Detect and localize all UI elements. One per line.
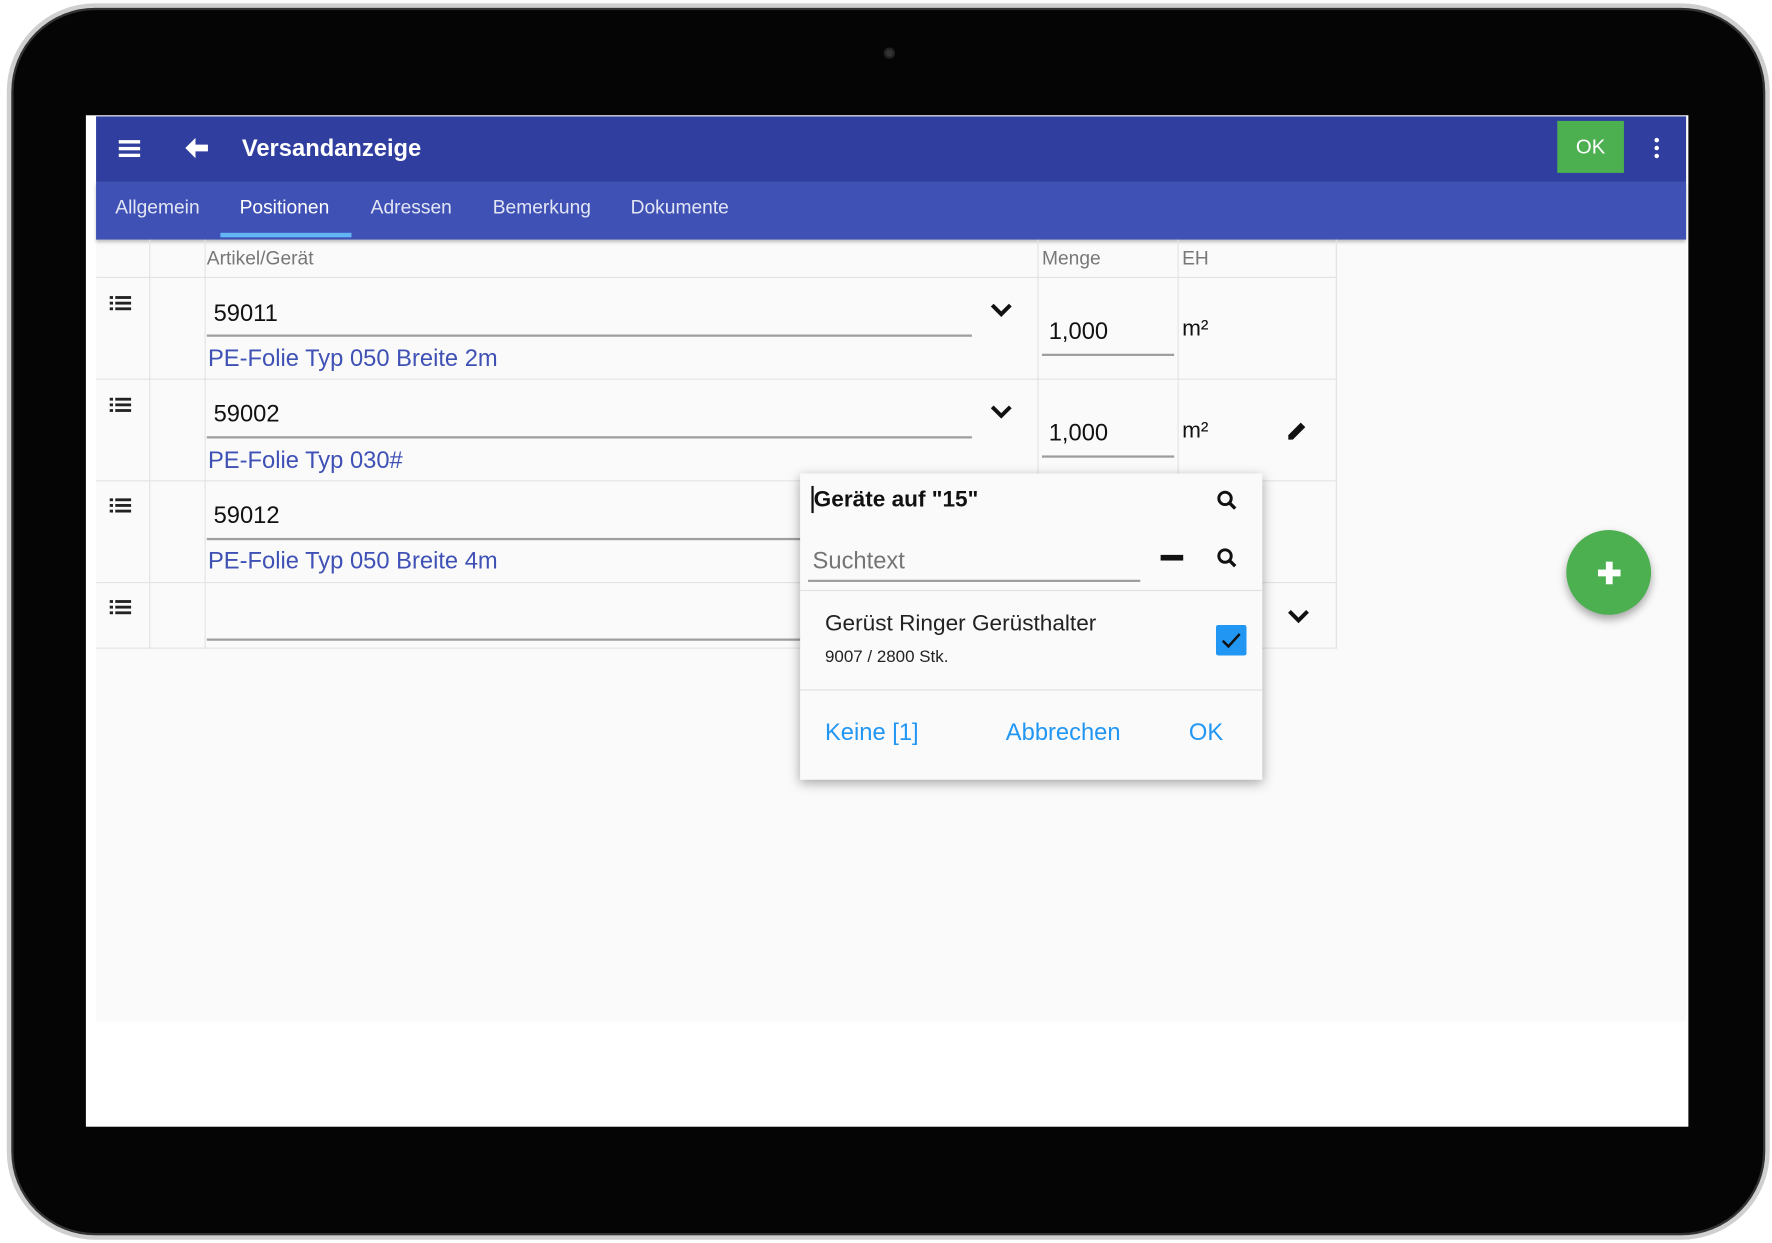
search-icon[interactable] xyxy=(1216,489,1239,512)
tab-allgemein[interactable]: Allgemein xyxy=(115,197,199,220)
check-icon xyxy=(1216,625,1247,656)
tab-positionen[interactable]: Positionen xyxy=(240,197,330,220)
article-description: PE-Folie Typ 050 Breite 4m xyxy=(208,548,498,575)
plus-icon xyxy=(1596,560,1621,585)
column-header-unit: EH xyxy=(1182,247,1209,270)
tab-dokumente[interactable]: Dokumente xyxy=(631,197,729,220)
quantity-input[interactable]: 1,000 xyxy=(1049,420,1108,447)
camera xyxy=(884,47,895,58)
device-detail: 9007 / 2800 Stk. xyxy=(825,648,948,667)
back-arrow-icon[interactable] xyxy=(184,137,209,160)
active-tab-indicator xyxy=(220,233,351,238)
ok-button[interactable]: OK xyxy=(1557,121,1624,173)
tab-adressen[interactable]: Adressen xyxy=(371,197,452,220)
device-name: Gerüst Ringer Gerüsthalter xyxy=(825,611,1096,637)
search-icon[interactable] xyxy=(1216,547,1239,570)
none-button[interactable]: Keine [1] xyxy=(825,720,919,747)
search-text-input[interactable] xyxy=(808,544,1140,582)
checkbox-checked[interactable] xyxy=(1216,625,1247,656)
clear-minus-icon[interactable] xyxy=(1161,555,1184,561)
add-fab-button[interactable] xyxy=(1566,530,1651,615)
chevron-down-icon[interactable] xyxy=(1287,609,1310,625)
dialog-ok-button[interactable]: OK xyxy=(1189,720,1223,747)
quantity-input[interactable]: 1,000 xyxy=(1049,319,1108,346)
tab-bemerkung[interactable]: Bemerkung xyxy=(493,197,591,220)
article-code-input[interactable]: 59012 xyxy=(214,503,280,530)
menu-icon[interactable] xyxy=(119,139,142,157)
column-header-article: Artikel/Gerät xyxy=(207,247,314,270)
list-icon[interactable] xyxy=(110,295,133,311)
edit-pencil-icon[interactable] xyxy=(1286,419,1309,442)
app-header: Versandanzeige xyxy=(96,116,1686,182)
chevron-down-icon[interactable] xyxy=(990,405,1013,421)
article-code-input[interactable]: 59011 xyxy=(214,301,278,328)
tab-bar: Allgemein Positionen Adressen Bemerkung … xyxy=(96,182,1686,240)
more-vert-icon[interactable] xyxy=(1653,137,1660,160)
unit-label: m² xyxy=(1182,316,1208,342)
list-icon[interactable] xyxy=(110,497,133,513)
cancel-button[interactable]: Abbrechen xyxy=(1006,720,1121,747)
chevron-down-icon[interactable] xyxy=(990,303,1013,319)
unit-label: m² xyxy=(1182,418,1208,444)
dialog-title: Geräte auf "15" xyxy=(814,487,979,513)
article-code-input[interactable]: 59002 xyxy=(214,401,280,428)
article-description: PE-Folie Typ 050 Breite 2m xyxy=(208,346,498,373)
list-icon[interactable] xyxy=(110,599,133,615)
article-description: PE-Folie Typ 030# xyxy=(208,448,403,475)
page-title: Versandanzeige xyxy=(242,136,421,163)
list-icon[interactable] xyxy=(110,397,133,413)
column-header-quantity: Menge xyxy=(1042,247,1101,270)
device-search-dialog: Geräte auf "15" Gerüst Ringer Gerüsthalt… xyxy=(800,474,1262,780)
